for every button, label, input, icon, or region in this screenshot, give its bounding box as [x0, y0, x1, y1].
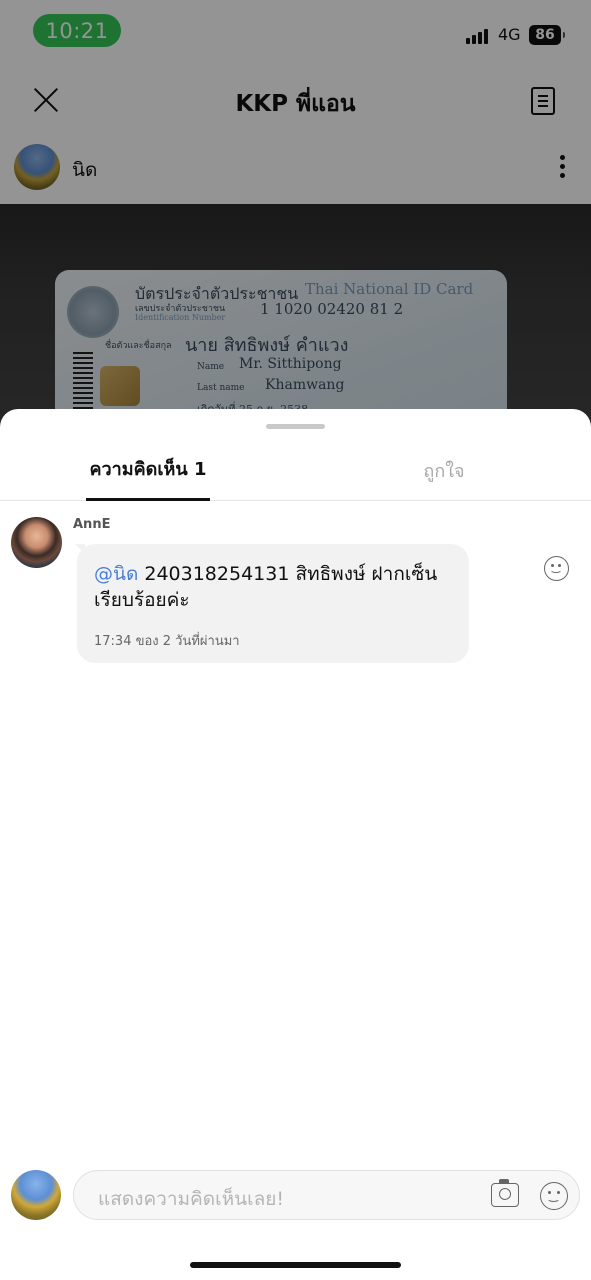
comment-timestamp: 17:34 ของ 2 วันที่ผ่านมา [94, 634, 240, 649]
react-smile-icon[interactable] [544, 556, 569, 581]
dim-overlay[interactable] [0, 0, 591, 430]
smile-icon[interactable] [540, 1182, 568, 1210]
sheet-tabs: ความคิดเห็น 1 ถูกใจ [0, 439, 591, 501]
comment-mention[interactable]: @นิด [94, 563, 138, 585]
home-indicator[interactable] [190, 1262, 401, 1268]
sheet-grabber[interactable] [266, 424, 325, 429]
background-post-page: 10:21 4G 86 KKP พี่แอน นิด บัตรประจำตัวป… [0, 0, 591, 430]
my-avatar [11, 1170, 61, 1220]
tab-comments[interactable]: ความคิดเห็น 1 [86, 439, 210, 501]
comment-author-name[interactable]: AnnE [73, 517, 110, 532]
comments-sheet: ความคิดเห็น 1 ถูกใจ AnnE @นิด 2403182541… [0, 409, 591, 1280]
comment-body: 240318254131 สิทธิพงษ์ ฝากเซ็นเรียบร้อยค… [94, 563, 438, 611]
camera-icon[interactable] [491, 1179, 519, 1207]
comment-input[interactable]: แสดงความคิดเห็นเลย! [73, 1170, 580, 1220]
comment-text: @นิด 240318254131 สิทธิพงษ์ ฝากเซ็นเรียบ… [94, 561, 459, 613]
comment-bubble[interactable]: @นิด 240318254131 สิทธิพงษ์ ฝากเซ็นเรียบ… [75, 544, 469, 663]
comment-author-avatar[interactable] [11, 517, 62, 568]
comment-input-placeholder: แสดงความคิดเห็นเลย! [98, 1188, 284, 1210]
tab-likes[interactable]: ถูกใจ [382, 439, 506, 501]
